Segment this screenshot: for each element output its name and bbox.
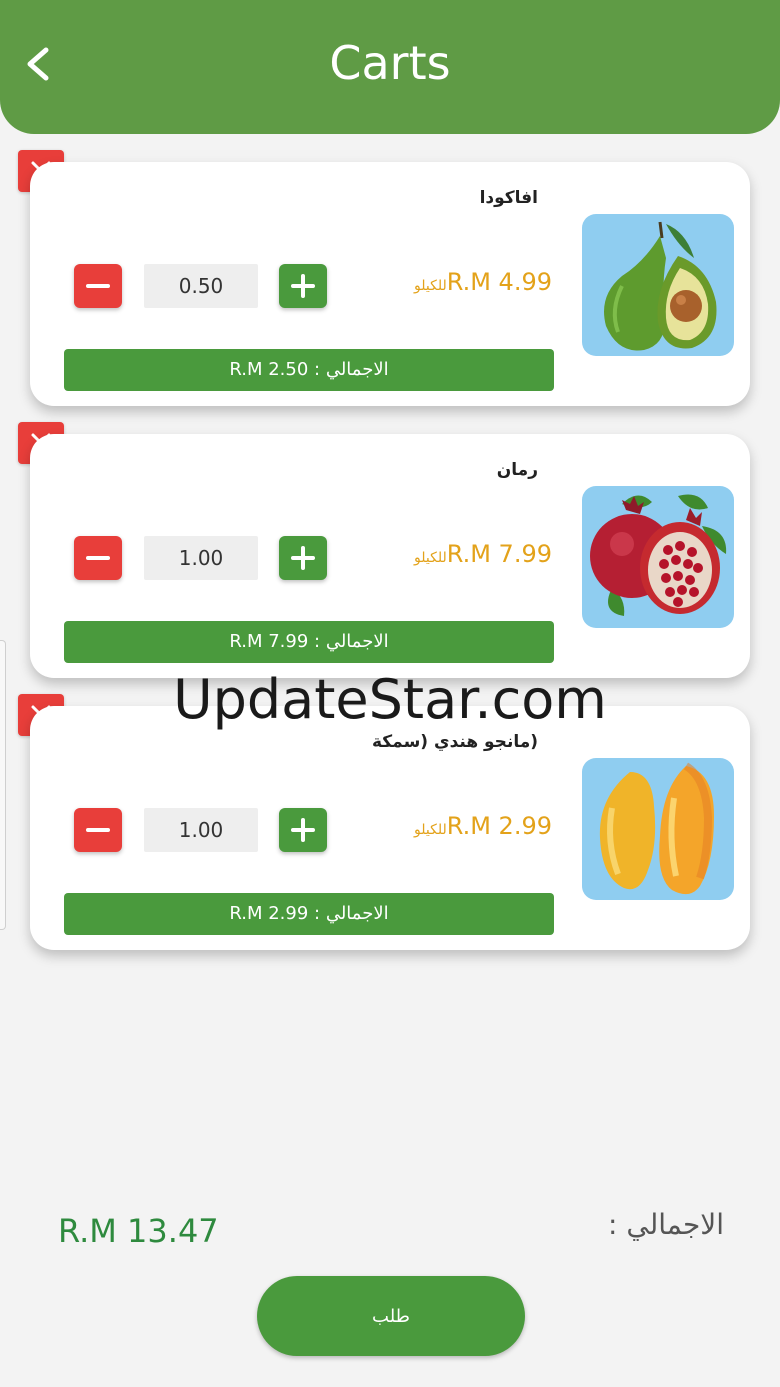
increase-quantity-button[interactable] — [279, 264, 327, 308]
decrease-quantity-button[interactable] — [74, 536, 122, 580]
item-total: الاجمالي : R.M 2.50 — [64, 349, 554, 391]
item-name: افاكودا — [479, 188, 538, 208]
plus-icon — [291, 274, 315, 298]
page-title: Carts — [329, 36, 451, 90]
cart-item: رمان R.M 7.99للكيلو 1.00 الاجمالي : R.M … — [30, 434, 750, 678]
watermark-text: UpdateStar.com — [173, 668, 607, 731]
quantity-field[interactable]: 1.00 — [144, 536, 258, 580]
increase-quantity-button[interactable] — [279, 536, 327, 580]
app-header: Carts — [0, 0, 780, 134]
minus-icon — [86, 556, 110, 560]
plus-icon — [291, 818, 315, 842]
increase-quantity-button[interactable] — [279, 808, 327, 852]
mango-image — [582, 758, 734, 900]
item-price: R.M 7.99للكيلو — [414, 540, 552, 568]
quantity-field[interactable]: 0.50 — [144, 264, 258, 308]
item-name: (مانجو هندي (سمكة — [371, 732, 538, 752]
item-total: الاجمالي : R.M 2.99 — [64, 893, 554, 935]
item-price: R.M 2.99للكيلو — [414, 812, 552, 840]
minus-icon — [86, 284, 110, 288]
cart-item: افاكودا R.M 4.99للكيلو 0.50 الاجمالي : R… — [30, 162, 750, 406]
item-price: R.M 4.99للكيلو — [414, 268, 552, 296]
quantity-field[interactable]: 1.00 — [144, 808, 258, 852]
order-button[interactable]: طلب — [257, 1276, 525, 1356]
cart-item: (مانجو هندي (سمكة R.M 2.99للكيلو 1.00 ال… — [30, 706, 750, 950]
item-name: رمان — [496, 460, 538, 480]
grand-total-value: R.M 13.47 — [58, 1212, 219, 1250]
grand-total-label: الاجمالي : — [608, 1208, 724, 1241]
pomegranate-image — [582, 486, 734, 628]
minus-icon — [86, 828, 110, 832]
plus-icon — [291, 546, 315, 570]
decrease-quantity-button[interactable] — [74, 264, 122, 308]
item-total: الاجمالي : R.M 7.99 — [64, 621, 554, 663]
avocado-image — [582, 214, 734, 356]
decrease-quantity-button[interactable] — [74, 808, 122, 852]
